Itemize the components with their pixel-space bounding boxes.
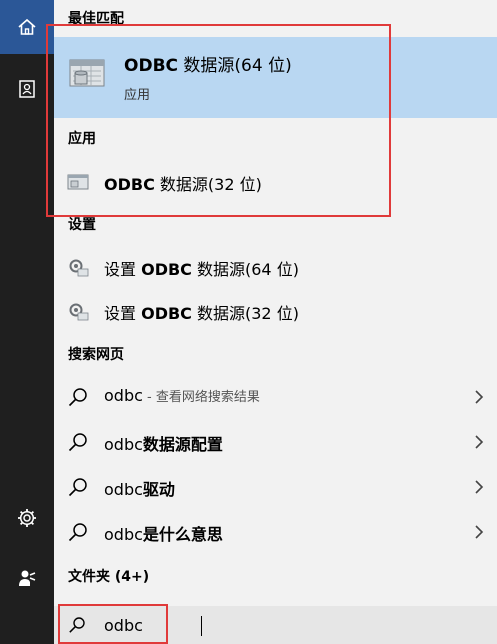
web-item-query: odbc	[104, 525, 143, 544]
section-folders: 文件夹 (4+)	[68, 569, 150, 585]
web-item-label: odbc是什么意思	[104, 521, 223, 545]
web-item-hint: - 查看网络搜索结果	[142, 390, 260, 405]
taskbar-rail	[0, 0, 54, 644]
documents-button[interactable]	[0, 62, 54, 116]
app-item-label: ODBC 数据源(32 位)	[104, 171, 262, 195]
settings-item-rest: 数据源(64 位)	[191, 260, 299, 279]
search-results-panel: 最佳匹配 ODBC 数据源(64 位) 应用 应用 ODBC 数据源(32 位)…	[54, 0, 497, 606]
web-item[interactable]: odbc驱动	[54, 465, 497, 509]
best-match-title: ODBC 数据源(64 位)	[124, 51, 292, 76]
best-match-item[interactable]: ODBC 数据源(64 位) 应用	[54, 37, 497, 118]
section-best-match: 最佳匹配	[68, 11, 124, 27]
chevron-right-icon[interactable]	[473, 524, 485, 540]
settings-item-bold: ODBC	[141, 304, 192, 323]
search-icon	[68, 388, 87, 407]
web-item-label: odbc数据源配置	[104, 431, 223, 455]
app-item-rest: 数据源(32 位)	[154, 175, 262, 194]
settings-button[interactable]	[0, 491, 54, 545]
settings-item-label: 设置 ODBC 数据源(64 位)	[104, 256, 299, 280]
web-item[interactable]: odbc是什么意思	[54, 510, 497, 554]
search-input[interactable]	[104, 612, 464, 638]
search-icon	[68, 433, 87, 452]
section-web: 搜索网页	[68, 347, 124, 363]
web-item[interactable]: odbc - 查看网络搜索结果	[54, 375, 497, 419]
home-button[interactable]	[0, 0, 54, 54]
settings-item-bold: ODBC	[141, 260, 192, 279]
settings-item-odbc-32[interactable]: 设置 ODBC 数据源(32 位)	[54, 289, 497, 333]
settings-gear-icon	[69, 303, 89, 321]
web-item-label: odbc - 查看网络搜索结果	[104, 386, 260, 405]
settings-item-rest: 数据源(32 位)	[191, 304, 299, 323]
search-icon	[69, 617, 85, 633]
web-item-query: odbc	[104, 386, 143, 405]
best-match-subtitle: 应用	[124, 88, 151, 103]
app-item-bold: ODBC	[104, 175, 155, 194]
chevron-right-icon[interactable]	[473, 389, 485, 405]
web-item-bold: 驱动	[142, 480, 175, 499]
settings-item-odbc-64[interactable]: 设置 ODBC 数据源(64 位)	[54, 245, 497, 289]
contact-card-icon	[19, 80, 35, 98]
user-button[interactable]	[0, 551, 54, 605]
chevron-right-icon[interactable]	[473, 434, 485, 450]
section-apps: 应用	[68, 131, 96, 147]
settings-item-label: 设置 ODBC 数据源(32 位)	[104, 300, 299, 324]
web-item-bold: 数据源配置	[142, 435, 223, 454]
app-item-odbc-32[interactable]: ODBC 数据源(32 位)	[54, 160, 497, 204]
best-match-title-rest: 数据源(64 位)	[178, 56, 292, 76]
best-match-title-bold: ODBC	[124, 56, 178, 76]
gear-icon	[18, 509, 36, 527]
web-item[interactable]: odbc数据源配置	[54, 420, 497, 464]
home-icon	[18, 18, 36, 35]
section-settings: 设置	[68, 217, 96, 233]
odbc-app-icon	[67, 174, 89, 190]
search-icon	[68, 523, 87, 542]
person-icon	[19, 570, 36, 586]
chevron-right-icon[interactable]	[473, 479, 485, 495]
web-item-query: odbc	[104, 480, 143, 499]
settings-item-pre: 设置	[104, 260, 142, 279]
web-item-bold: 是什么意思	[142, 525, 223, 544]
web-item-label: odbc驱动	[104, 476, 175, 500]
web-item-query: odbc	[104, 435, 143, 454]
search-bar[interactable]	[54, 606, 497, 644]
settings-item-pre: 设置	[104, 304, 142, 323]
search-icon	[68, 478, 87, 497]
odbc-app-icon	[69, 59, 105, 87]
settings-gear-icon	[69, 259, 89, 277]
text-caret	[201, 616, 202, 636]
